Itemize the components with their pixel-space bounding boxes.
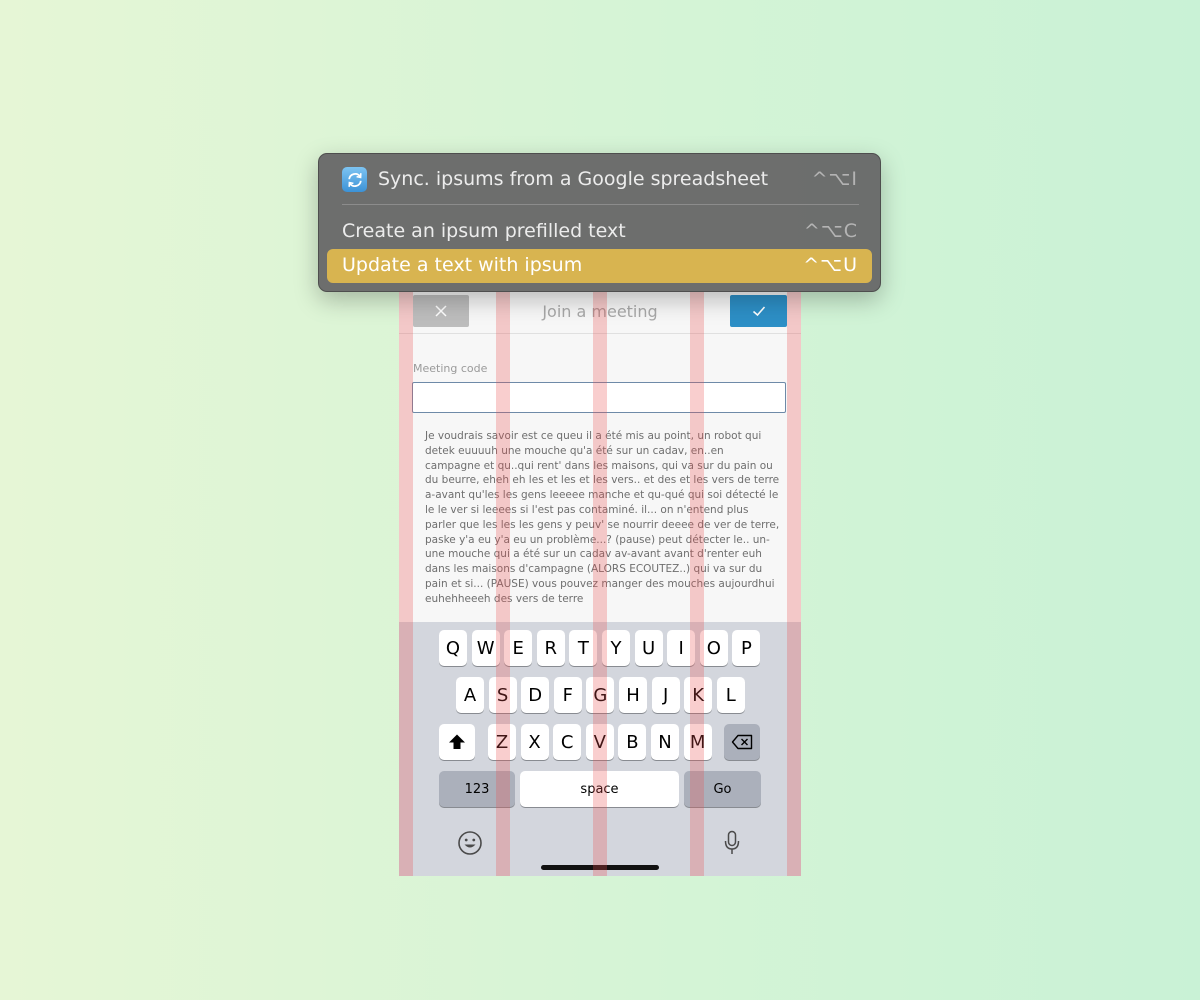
close-icon: [435, 305, 447, 317]
meeting-code-input[interactable]: [412, 382, 786, 413]
dictation-button[interactable]: [717, 828, 747, 858]
menu-item-shortcut: ^⌥C: [803, 220, 858, 242]
key-h[interactable]: H: [619, 677, 647, 713]
menu-item-label: Sync. ipsums from a Google spreadsheet: [378, 168, 769, 190]
key-r[interactable]: R: [536, 630, 565, 666]
key-a[interactable]: A: [456, 677, 484, 713]
key-y[interactable]: Y: [602, 630, 630, 666]
sync-icon: [342, 167, 367, 192]
key-i[interactable]: I: [667, 630, 696, 666]
confirm-button[interactable]: [730, 295, 787, 327]
key-d[interactable]: D: [521, 677, 550, 713]
key-u[interactable]: U: [634, 630, 663, 666]
backspace-key[interactable]: [724, 724, 760, 760]
key-j[interactable]: J: [651, 677, 680, 713]
key-p[interactable]: P: [732, 630, 761, 666]
key-x[interactable]: X: [520, 724, 549, 760]
emoji-button[interactable]: [455, 828, 485, 858]
microphone-icon: [724, 830, 740, 854]
key-z[interactable]: Z: [488, 724, 516, 760]
key-b[interactable]: B: [618, 724, 647, 760]
go-key[interactable]: Go: [684, 771, 761, 807]
home-indicator: [541, 865, 659, 870]
backspace-icon: [731, 734, 753, 750]
menu-item-shortcut: ^⌥U: [803, 254, 858, 276]
menu-separator: [342, 204, 859, 205]
key-o[interactable]: O: [699, 630, 728, 666]
keyboard: QWERTYUIOP ASDFGHJKL ZXCVBNM 123 space G…: [399, 622, 801, 876]
key-f[interactable]: F: [553, 677, 582, 713]
key-e[interactable]: E: [504, 630, 533, 666]
key-s[interactable]: S: [488, 677, 517, 713]
numbers-key[interactable]: 123: [439, 771, 515, 807]
body-text: Je voudrais savoir est ce queu il a été …: [425, 430, 780, 605]
key-v[interactable]: V: [585, 724, 614, 760]
context-menu: Sync. ipsums from a Google spreadsheet ^…: [318, 153, 881, 292]
menu-item-label: Update a text with ipsum: [342, 254, 583, 276]
key-n[interactable]: N: [651, 724, 679, 760]
shift-icon: [449, 734, 465, 749]
menu-item-update[interactable]: Update a text with ipsum ^⌥U: [327, 249, 872, 283]
key-l[interactable]: L: [716, 677, 745, 713]
key-q[interactable]: Q: [439, 630, 467, 666]
key-m[interactable]: M: [683, 724, 712, 760]
menu-item-shortcut: ^⌥I: [811, 168, 858, 190]
key-k[interactable]: K: [684, 677, 713, 713]
check-icon: [752, 306, 765, 317]
menu-item-sync[interactable]: Sync. ipsums from a Google spreadsheet ^…: [327, 163, 872, 197]
page-title: Join a meeting: [542, 302, 658, 321]
emoji-icon: [458, 831, 482, 855]
menu-item-label: Create an ipsum prefilled text: [342, 220, 626, 242]
form-header: Join a meeting: [399, 291, 801, 334]
key-g[interactable]: G: [586, 677, 615, 713]
key-w[interactable]: W: [471, 630, 500, 666]
phone-screen: Join a meeting Meeting code Je voudrais …: [399, 291, 801, 876]
cancel-button[interactable]: [413, 295, 469, 327]
menu-item-create[interactable]: Create an ipsum prefilled text ^⌥C: [327, 215, 872, 249]
key-t[interactable]: T: [569, 630, 598, 666]
shift-key[interactable]: [439, 724, 475, 760]
space-key[interactable]: space: [520, 771, 679, 807]
meeting-code-label: Meeting code: [413, 362, 488, 375]
key-c[interactable]: C: [553, 724, 582, 760]
